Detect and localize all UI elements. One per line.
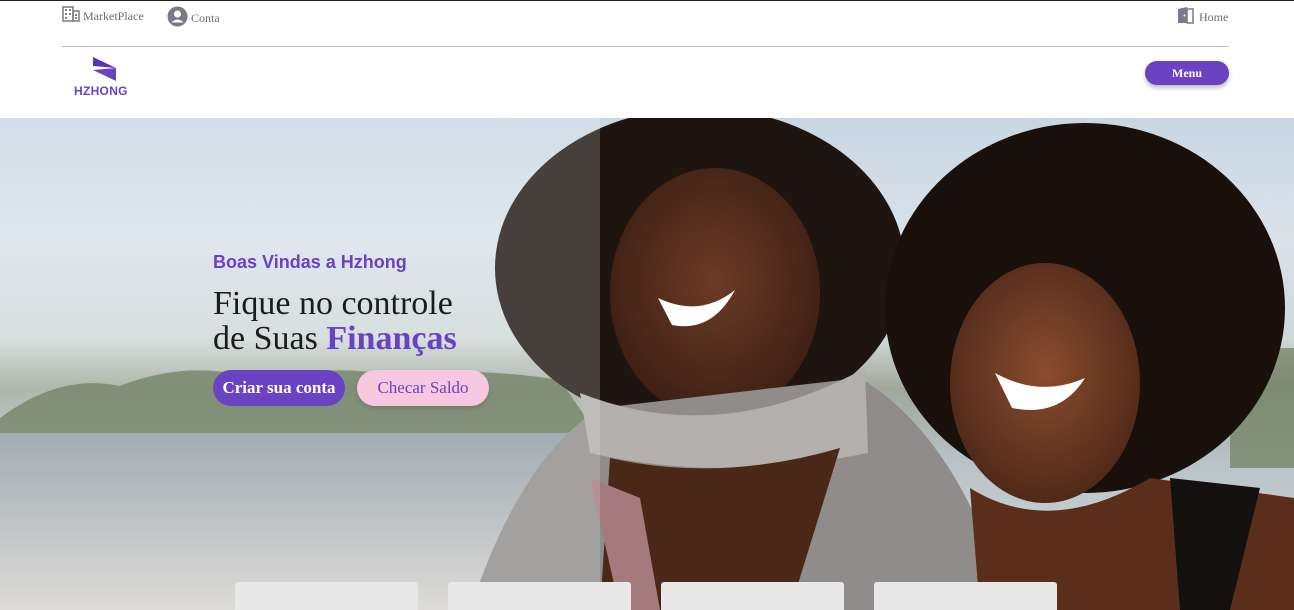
hero-title: Fique no controle de Suas Finanças: [213, 286, 457, 356]
marketplace-link[interactable]: MarketPlace: [62, 6, 144, 26]
account-circle-icon: [167, 6, 188, 31]
header-divider: [62, 46, 1229, 47]
home-link[interactable]: Home: [1176, 6, 1228, 28]
feature-card[interactable]: [874, 582, 1057, 610]
building-icon: [62, 6, 80, 26]
conta-label: Conta: [191, 11, 220, 25]
feature-card[interactable]: [661, 582, 844, 610]
feature-card[interactable]: [235, 582, 418, 610]
menu-button[interactable]: Menu: [1145, 61, 1229, 85]
hero-title-prefix: de Suas: [213, 320, 327, 357]
create-account-button[interactable]: Criar sua conta: [213, 370, 345, 406]
hero-kicker: Boas Vindas a Hzhong: [213, 252, 407, 272]
door-icon: [1176, 6, 1196, 28]
feature-card[interactable]: [448, 582, 631, 610]
marketplace-label: MarketPlace: [83, 8, 144, 23]
top-utility-bar: MarketPlace Conta Home: [0, 0, 1294, 46]
hzhong-logo[interactable]: HZHONG: [74, 57, 134, 99]
hero-title-line2: de Suas Finanças: [213, 321, 457, 356]
conta-link[interactable]: Conta: [167, 6, 220, 31]
logo-mark-icon: [93, 57, 116, 81]
home-label: Home: [1199, 9, 1229, 24]
check-balance-button[interactable]: Checar Saldo: [357, 370, 489, 406]
logo-text: HZHONG: [74, 84, 128, 98]
hero-background-photo: [0, 118, 1294, 610]
hero-section: [0, 118, 1294, 610]
hero-title-line1: Fique no controle: [213, 285, 453, 322]
hero-title-accent: Finanças: [326, 320, 457, 357]
